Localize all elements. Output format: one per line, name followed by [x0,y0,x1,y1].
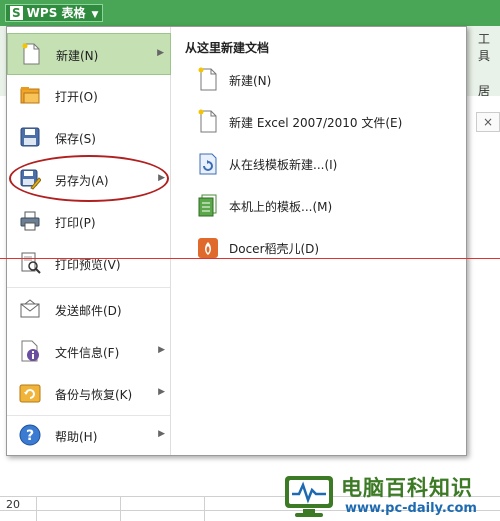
submenu-item-docer[interactable]: Docer稻壳儿(D) [171,227,466,267]
submenu-item-label: 从在线模板新建...(I) [229,158,338,172]
chevron-right-icon: ▶ [158,429,165,439]
menu-item-label: 备份与恢复(K) [55,388,133,402]
menu-item-send-mail[interactable]: 发送邮件(D) [7,289,171,331]
grid-line [36,496,37,521]
menu-item-label: 发送邮件(D) [55,304,122,318]
file-info-icon [21,340,39,362]
menu-item-open[interactable]: 打开(O) [7,75,171,117]
tools-tab[interactable]: 工具 [478,30,500,64]
grid-line [204,496,205,521]
submenu-item-local-template[interactable]: 本机上的模板...(M) [171,185,466,225]
menu-item-print-preview[interactable]: 打印预览(V) [7,243,171,285]
file-menu-left-pane: 新建(N) ▶ 打开(O) 保存(S) 另存为(A) ▶ 打印(P) 打印预览(… [7,27,171,455]
print-icon [20,211,40,231]
watermark-title: 电脑百科知识 [341,476,473,500]
grid-line [120,496,121,521]
menu-item-backup[interactable]: 备份与恢复(K) ▶ [7,373,171,415]
submenu-item-label: 新建(N) [229,74,272,88]
title-bar: S WPS 表格 ▼ [0,0,500,26]
submenu-item-label: 新建 Excel 2007/2010 文件(E) [229,116,403,130]
menu-item-help[interactable]: ? 帮助(H) ▶ [7,415,171,457]
chevron-right-icon: ▶ [158,387,165,397]
mail-icon [20,299,40,318]
help-icon: ? [19,424,41,446]
new-submenu: 从这里新建文档 新建(N) 新建 Excel 2007/2010 文件(E) 从… [171,27,466,455]
menu-item-label: 保存(S) [55,132,96,146]
annotation-line [0,258,500,259]
close-icon[interactable]: × [476,112,500,132]
new-excel-doc-icon [198,109,217,133]
menu-item-file-info[interactable]: 文件信息(F) ▶ [7,331,171,373]
menu-item-label: 打印(P) [55,216,96,230]
new-doc-icon [22,43,40,65]
svg-text:?: ? [26,428,34,444]
chevron-down-icon: ▼ [91,10,99,20]
submenu-item-label: Docer稻壳儿(D) [229,242,320,256]
watermark-url: www.pc-daily.com [345,501,477,516]
wps-logo-icon: S [10,6,23,20]
open-folder-icon [20,87,40,104]
submenu-item-new[interactable]: 新建(N) [171,59,466,99]
menu-item-label: 文件信息(F) [55,346,120,360]
backup-icon [19,384,41,403]
submenu-title: 从这里新建文档 [185,41,270,55]
submenu-item-label: 本机上的模板...(M) [229,200,333,214]
submenu-item-new-excel[interactable]: 新建 Excel 2007/2010 文件(E) [171,101,466,141]
submenu-item-online-template[interactable]: 从在线模板新建...(I) [171,143,466,183]
print-preview-icon [21,252,41,274]
row-number: 20 [6,498,20,511]
online-template-icon [199,153,217,175]
menu-divider [7,287,170,288]
chevron-right-icon: ▶ [157,48,164,58]
menu-item-label: 新建(N) [56,49,99,63]
app-title: WPS 表格 [26,6,86,20]
watermark: 电脑百科知识 www.pc-daily.com [283,470,500,521]
new-doc-icon [198,67,217,91]
app-menu-button[interactable]: S WPS 表格 ▼ [5,4,104,22]
chevron-right-icon: ▶ [158,345,165,355]
menu-item-save[interactable]: 保存(S) [7,117,171,159]
local-template-icon [198,194,217,217]
menu-item-print[interactable]: 打印(P) [7,201,171,243]
highlight-ellipse [9,155,169,202]
menu-item-label: 帮助(H) [55,430,98,444]
save-icon [20,127,40,147]
menu-item-new[interactable]: 新建(N) ▶ [7,33,171,75]
monitor-logo-icon [285,476,333,517]
docer-icon [198,238,218,258]
menu-item-label: 打开(O) [55,90,98,104]
file-menu: 新建(N) ▶ 打开(O) 保存(S) 另存为(A) ▶ 打印(P) 打印预览(… [6,26,467,456]
